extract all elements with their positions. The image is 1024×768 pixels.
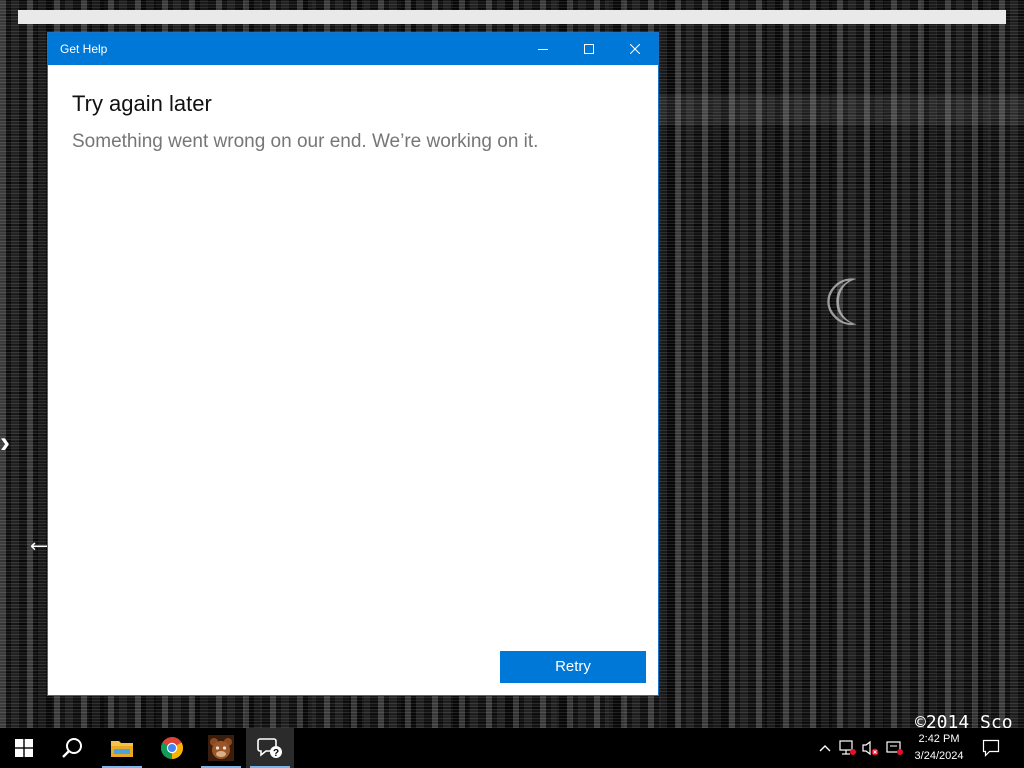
volume-button[interactable] [860,736,882,760]
background-moon-icon: ☾ [822,267,880,341]
notification-icon [982,739,1000,757]
taskbar-file-explorer[interactable] [98,728,146,768]
start-button[interactable] [0,728,48,768]
tray-overflow-button[interactable] [814,736,836,760]
title-bar[interactable]: Get Help [48,33,658,65]
security-button[interactable] [884,736,906,760]
close-icon [630,44,640,54]
minimize-button[interactable] [520,33,566,65]
get-help-icon: ? [257,738,282,759]
clock-date: 3/24/2024 [914,750,964,762]
maximize-icon [584,44,594,54]
minimize-icon [538,49,548,50]
chevron-up-icon [819,745,831,752]
clock-time: 2:42 PM [918,733,960,745]
chrome-icon [161,737,183,759]
folder-icon [111,741,133,757]
action-center-button[interactable] [980,736,1002,760]
network-button[interactable] [837,736,859,760]
search-button[interactable] [48,728,96,768]
browser-strip [18,10,1006,24]
windows-logo-icon [15,739,33,757]
maximize-button[interactable] [566,33,612,65]
taskbar-chrome[interactable] [148,728,196,768]
security-alert-icon [886,741,903,755]
error-message: Something went wrong on our end. We’re w… [72,131,539,152]
taskbar: ? 2:42 PM 3/24/2024 [0,728,1024,768]
taskbar-get-help[interactable]: ? [246,728,294,768]
volume-muted-icon [862,740,879,756]
close-button[interactable] [612,33,658,65]
chevron-right-icon: › [0,426,10,459]
svg-text:?: ? [273,748,279,759]
taskbar-fnaf[interactable] [197,728,245,768]
background-band [658,95,1024,125]
window-title: Get Help [60,42,108,56]
system-tray: 2:42 PM 3/24/2024 [810,728,1024,768]
search-icon [62,738,82,758]
error-heading: Try again later [72,91,212,116]
clock[interactable]: 2:42 PM 3/24/2024 [906,731,972,767]
network-icon [839,740,856,755]
get-help-window: Get Help Try again later Something went … [48,33,658,695]
retry-button[interactable]: Retry [500,651,646,683]
freddy-icon [208,735,234,761]
